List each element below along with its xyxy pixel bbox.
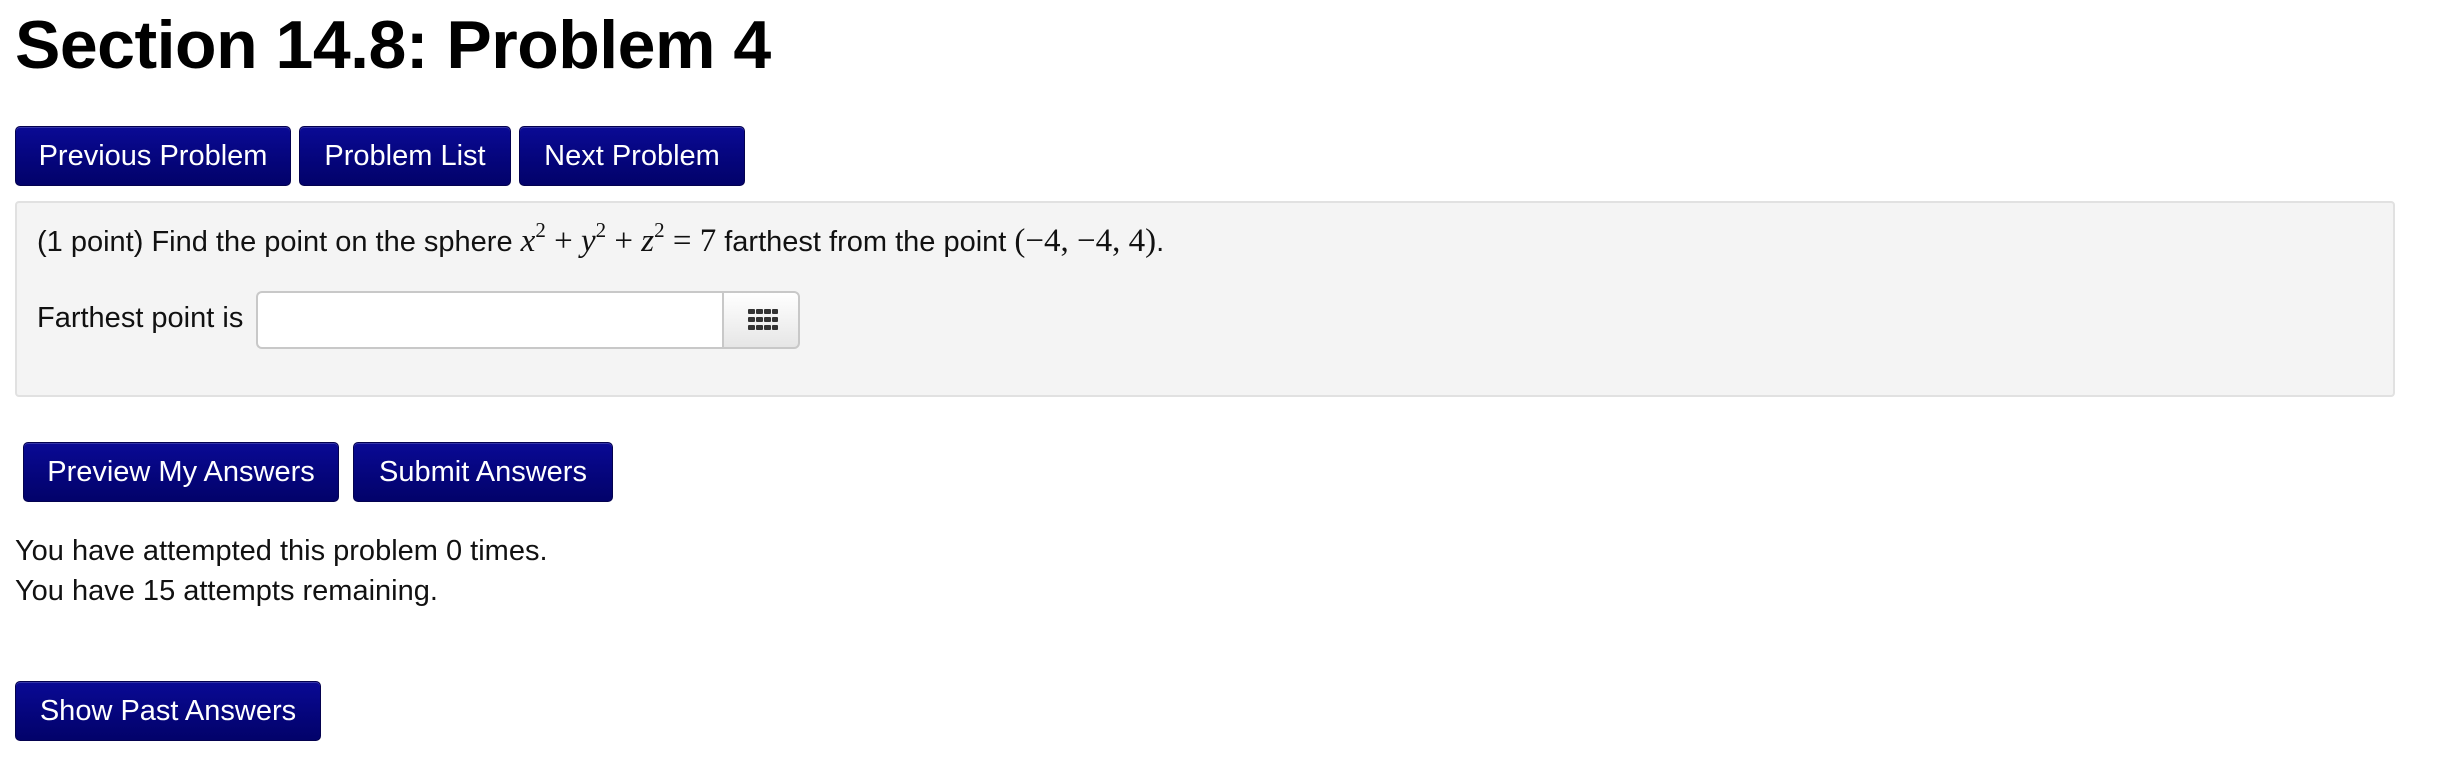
attempts-made-text: You have attempted this problem 0 times. bbox=[15, 535, 548, 567]
problem-statement: (1 point) Find the point on the sphere x… bbox=[37, 218, 1165, 260]
problem-text-after: . bbox=[1156, 226, 1165, 258]
problem-text-before: Find the point on the sphere bbox=[151, 226, 513, 258]
sphere-equation: x2 + y2 + z2 = 7 bbox=[520, 218, 717, 260]
problem-points: (1 point) bbox=[37, 226, 144, 258]
submit-answers-button[interactable]: Submit Answers bbox=[353, 442, 613, 502]
problem-list-button[interactable]: Problem List bbox=[299, 126, 511, 186]
attempts-remaining-text: You have 15 attempts remaining. bbox=[15, 575, 438, 607]
next-problem-button[interactable]: Next Problem bbox=[519, 126, 745, 186]
given-point: (−4, −4, 4) bbox=[1014, 223, 1157, 259]
previous-problem-button[interactable]: Previous Problem bbox=[15, 126, 291, 186]
problem-panel: (1 point) Find the point on the sphere x… bbox=[15, 201, 2395, 397]
grid-icon bbox=[748, 309, 778, 330]
equation-palette-button[interactable] bbox=[722, 291, 800, 349]
answer-input[interactable] bbox=[256, 291, 722, 349]
problem-text-middle: farthest from the point bbox=[724, 226, 1007, 258]
page-title: Section 14.8: Problem 4 bbox=[15, 7, 771, 83]
show-past-answers-button[interactable]: Show Past Answers bbox=[15, 681, 321, 741]
preview-answers-button[interactable]: Preview My Answers bbox=[23, 442, 339, 502]
answer-label: Farthest point is bbox=[37, 302, 244, 334]
